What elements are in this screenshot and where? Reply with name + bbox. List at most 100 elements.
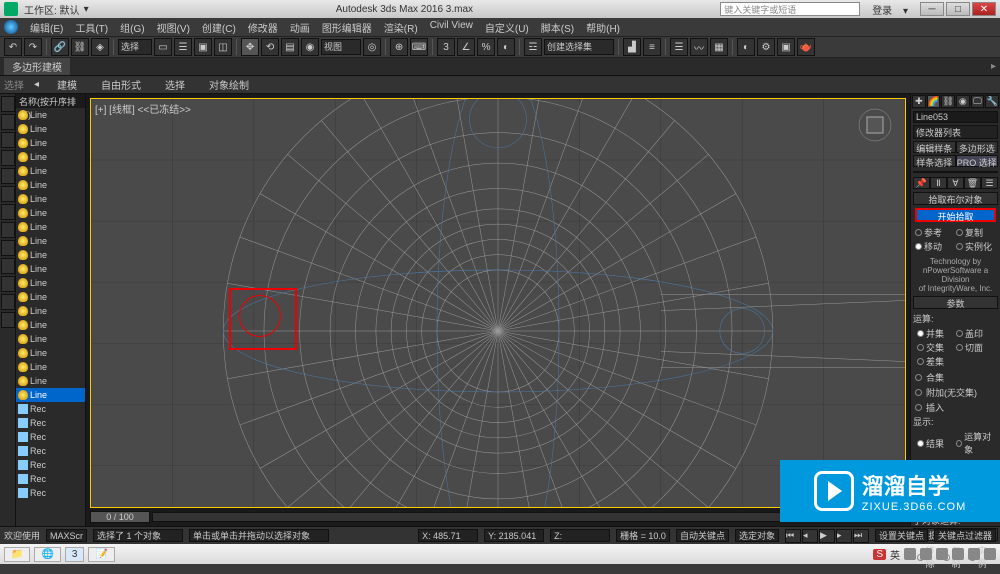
tray-icon[interactable] [984, 548, 996, 560]
material-editor-button[interactable]: ◐ [737, 38, 755, 56]
window-crossing-button[interactable]: ◫ [214, 38, 232, 56]
menu-item[interactable]: 自定义(U) [479, 19, 535, 36]
redo-button[interactable]: ↷ [24, 38, 42, 56]
mirror-button[interactable]: ▟ [623, 38, 641, 56]
pin-stack-icon[interactable]: 📌 [913, 177, 930, 189]
application-menu-icon[interactable] [4, 20, 18, 34]
menu-item[interactable]: 组(G) [114, 19, 150, 36]
tray-icon[interactable] [920, 548, 932, 560]
list-item[interactable]: Line [16, 360, 85, 374]
taskbar-item[interactable]: 🌐 [34, 547, 60, 562]
list-item[interactable]: Line [16, 122, 85, 136]
op-slice[interactable]: 切面 [956, 341, 994, 354]
viewport-label[interactable]: [+] [线框] <<已冻结>> [95, 101, 191, 116]
motion-tab-icon[interactable]: ◉ [956, 95, 970, 108]
filter-geometry-icon[interactable] [1, 132, 15, 148]
render-setup-button[interactable]: ⚙ [757, 38, 775, 56]
filter-xrefs-icon[interactable] [1, 258, 15, 274]
op-subtract[interactable]: 差集 [917, 355, 955, 368]
scene-explorer-list[interactable]: LineLineLineLineLineLineLineLineLineLine… [16, 108, 85, 526]
stack-item[interactable]: ⊟ProBoolean [914, 172, 997, 173]
remove-mod-icon[interactable]: 🗑 [964, 177, 981, 189]
list-item[interactable]: Line [16, 304, 85, 318]
filter-cameras-icon[interactable] [1, 186, 15, 202]
key-filter[interactable]: 选定对象 [735, 529, 779, 542]
display-all-icon[interactable] [1, 96, 15, 112]
list-item[interactable]: Rec [16, 472, 85, 486]
bind-button[interactable]: ◈ [91, 38, 109, 56]
list-item[interactable]: Line [16, 178, 85, 192]
menu-item[interactable]: 帮助(H) [580, 19, 626, 36]
list-item[interactable]: Line [16, 318, 85, 332]
render-button[interactable]: 🫖 [797, 38, 815, 56]
filter-frozen-icon[interactable] [1, 312, 15, 328]
workspace-label[interactable]: 工作区: 默认 [24, 2, 80, 17]
ribbon-tab[interactable]: 自由形式 [93, 76, 149, 93]
coord-y[interactable]: Y: 2185.041 [484, 529, 544, 542]
login-link[interactable]: 登录 [872, 6, 892, 17]
list-item[interactable]: Line [16, 108, 85, 122]
filter-helpers-icon[interactable] [1, 204, 15, 220]
layer-button[interactable]: ☰ [670, 38, 688, 56]
ribbon-tab[interactable]: 建模 [49, 76, 85, 93]
list-item[interactable]: Rec [16, 486, 85, 500]
coord-z[interactable]: Z: [550, 529, 610, 542]
list-item[interactable]: Line [16, 332, 85, 346]
modifier-stack[interactable]: ⊟ProBoolean运算对象⊟车削Line [913, 171, 998, 173]
list-item[interactable]: Rec [16, 430, 85, 444]
rollout-pick-boolean[interactable]: 拾取布尔对象 [913, 192, 998, 205]
utilities-tab-icon[interactable]: 🔧 [985, 95, 999, 108]
use-center-button[interactable]: ◎ [363, 38, 381, 56]
auto-key-button[interactable]: 自动关键点 [676, 529, 729, 542]
hierarchy-tab-icon[interactable]: ⛓ [941, 95, 955, 108]
filter-containers-icon[interactable] [1, 294, 15, 310]
taskbar-item[interactable]: 📝 [88, 547, 114, 562]
filter-groups-icon[interactable] [1, 240, 15, 256]
ref-coord-dropdown[interactable]: 视图 [321, 39, 361, 55]
select-name-button[interactable]: ☰ [174, 38, 192, 56]
ribbon-tab[interactable]: 选择 [157, 76, 193, 93]
move-button[interactable]: ✥ [241, 38, 259, 56]
list-item[interactable]: Line [16, 388, 85, 402]
disp-result[interactable]: 结果 [917, 430, 955, 456]
list-item[interactable]: Line [16, 220, 85, 234]
snap-toggle-button[interactable]: 3 [437, 38, 455, 56]
tray-icon[interactable] [936, 548, 948, 560]
pick-radio[interactable]: 参考 [915, 226, 955, 239]
list-item[interactable]: Line [16, 234, 85, 248]
create-tab-icon[interactable]: ✚ [912, 95, 926, 108]
goto-start-icon[interactable]: ⏮ [785, 529, 801, 543]
close-button[interactable]: ✕ [972, 2, 996, 16]
list-item[interactable]: Line [16, 262, 85, 276]
menu-item[interactable]: 渲染(R) [378, 19, 424, 36]
disp-operands[interactable]: 运算对象 [956, 430, 994, 456]
show-end-icon[interactable]: Ⅱ [930, 177, 947, 189]
menu-item[interactable]: 修改器 [242, 19, 284, 36]
tab-edit-spline[interactable]: 编辑样条线 [913, 141, 956, 153]
menu-item[interactable]: 编辑(E) [24, 19, 69, 36]
unique-icon[interactable]: ∀ [947, 177, 964, 189]
display-none-icon[interactable] [1, 114, 15, 130]
maximize-button[interactable]: □ [946, 2, 970, 16]
angle-snap-button[interactable]: ∠ [457, 38, 475, 56]
taskbar-item[interactable]: 📁 [4, 547, 30, 562]
selection-filter-dropdown[interactable]: 选择 [118, 39, 152, 55]
viewcube[interactable] [857, 107, 893, 143]
rollout-parameters[interactable]: 参数 [913, 296, 998, 309]
pick-radio[interactable]: 移动 [915, 240, 955, 253]
ribbon-tab[interactable]: 对象绘制 [201, 76, 257, 93]
pick-radio[interactable]: 复制 [956, 226, 996, 239]
list-item[interactable]: Line [16, 150, 85, 164]
display-tab-icon[interactable]: 🖵 [971, 95, 985, 108]
list-item[interactable]: Line [16, 136, 85, 150]
menu-item[interactable]: 工具(T) [69, 19, 114, 36]
viewport[interactable]: [+] [线框] <<已冻结>> [90, 98, 906, 508]
op-attach[interactable]: 附加(无交集) [913, 385, 998, 400]
list-item[interactable]: Line [16, 276, 85, 290]
object-name-field[interactable]: Line053 [913, 111, 998, 123]
modify-tab-icon[interactable]: 🌈 [927, 95, 941, 108]
op-intersect[interactable]: 交集 [917, 341, 955, 354]
taskbar-item[interactable]: 3 [65, 547, 85, 562]
menu-item[interactable]: 创建(C) [196, 19, 242, 36]
play-icon[interactable]: ▶ [819, 529, 835, 543]
